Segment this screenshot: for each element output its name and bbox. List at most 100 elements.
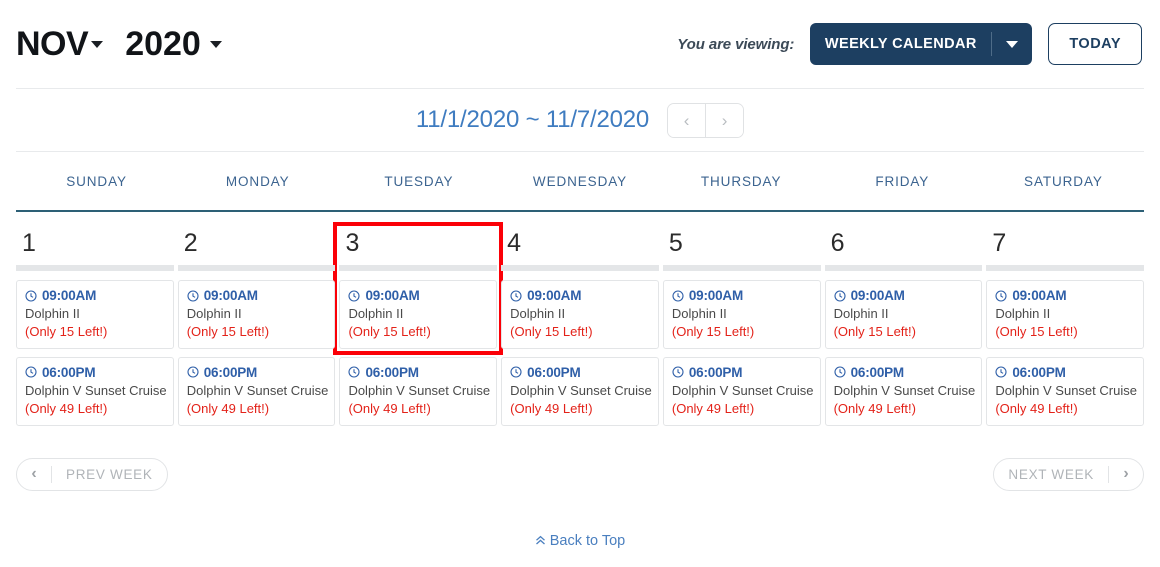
view-mode-value: WEEKLY CALENDAR [824, 36, 977, 52]
clock-icon [25, 366, 37, 378]
prev-range-button[interactable]: ‹ [668, 103, 706, 137]
event-time-row: 09:00AM [187, 288, 327, 303]
event-time: 06:00PM [527, 364, 581, 380]
event-card[interactable]: 06:00PM Dolphin V Sunset Cruise (Only 49 L… [986, 356, 1145, 426]
clock-icon [348, 289, 360, 302]
event-card[interactable]: 06:00PM Dolphin V Sunset Cruise (Only 49 L… [501, 356, 659, 426]
view-mode-dropdown-toggle[interactable] [992, 40, 1032, 48]
event-card[interactable]: 09:00AM Dolphin II (Only 15 Left!) [339, 280, 498, 349]
event-card[interactable]: 09:00AM Dolphin II (Only 15 Left!) [16, 280, 174, 349]
event-title: Dolphin II [995, 306, 1051, 321]
day-divider-bar [986, 265, 1145, 271]
weekday-header-cell: SATURDAY [1024, 173, 1103, 189]
event-title: Dolphin V Sunset Cruise [510, 382, 652, 398]
clock-icon [995, 366, 1007, 378]
event-time-row: 09:00AM [672, 288, 812, 303]
calendar-header: NOV 2020 You are viewing: WEEKLY CALENDA… [0, 0, 1160, 88]
clock-icon [672, 289, 684, 302]
next-range-button[interactable]: › [705, 103, 744, 137]
event-time-row: 06:00PM [25, 365, 165, 380]
view-mode-select[interactable]: WEEKLY CALENDAR [810, 23, 1033, 65]
event-title: Dolphin V Sunset Cruise [25, 382, 167, 398]
calendar-day-column[interactable]: 1 09:00AM Dolphin II (Only 15 Left!) 06:00PM… [16, 226, 174, 434]
event-title: Dolphin V Sunset Cruise [671, 382, 814, 398]
event-availability: (Only 15 Left!) [671, 324, 755, 340]
event-availability: (Only 49 Left!) [186, 401, 270, 417]
event-card[interactable]: 06:00PM Dolphin V Sunset Cruise (Only 49 L… [824, 356, 983, 426]
calendar-day-column[interactable]: 7 09:00AM Dolphin II (Only 15 Left!) 06:00PM… [986, 226, 1145, 434]
weekday-header-cell: SUNDAY [66, 173, 127, 189]
event-card[interactable]: 06:00PM Dolphin V Sunset Cruise (Only 49 L… [662, 356, 821, 426]
event-availability: (Only 49 Left!) [995, 401, 1078, 417]
event-availability: (Only 49 Left!) [25, 401, 108, 417]
day-divider-bar [339, 265, 498, 271]
event-title: Dolphin II [186, 306, 242, 321]
event-availability: (Only 49 Left!) [833, 401, 916, 417]
clock-icon [510, 366, 522, 378]
event-time-row: 09:00AM [25, 288, 165, 303]
day-number: 2 [183, 229, 198, 257]
event-time: 09:00AM [365, 288, 420, 303]
caret-down-icon [209, 41, 222, 48]
clock-icon [995, 289, 1007, 302]
next-week-button[interactable]: NEXT WEEK › [993, 457, 1144, 491]
event-time: 06:00PM [688, 364, 743, 380]
clock-icon [834, 366, 846, 378]
prev-week-button[interactable]: ‹ PREV WEEK [16, 457, 168, 491]
next-week-label: NEXT WEEK [1008, 466, 1094, 482]
calendar-day-column[interactable]: 3 09:00AM Dolphin II (Only 15 Left!) 06:00PM… [339, 226, 498, 434]
month-label: NOV [16, 25, 89, 63]
day-divider-bar [824, 265, 983, 271]
range-nav-group: ‹ › [667, 102, 745, 138]
event-availability: (Only 49 Left!) [671, 401, 755, 417]
event-time-row: 06:00PM [187, 365, 327, 380]
event-time-row: 09:00AM [348, 288, 488, 303]
event-card[interactable]: 06:00PM Dolphin V Sunset Cruise (Only 49 L… [339, 356, 498, 426]
event-card[interactable]: 09:00AM Dolphin II (Only 15 Left!) [501, 280, 659, 349]
event-title: Dolphin II [671, 306, 727, 321]
weekday-header-cell: FRIDAY [875, 173, 930, 189]
event-card[interactable]: 06:00PM Dolphin V Sunset Cruise (Only 49 L… [16, 356, 174, 426]
day-number: 6 [830, 229, 845, 257]
event-time: 09:00AM [527, 288, 582, 303]
event-title: Dolphin II [348, 306, 404, 321]
back-to-top-label: Back to Top [549, 532, 626, 549]
year-label: 2020 [125, 25, 201, 63]
clock-icon [834, 289, 846, 302]
event-card[interactable]: 09:00AM Dolphin II (Only 15 Left!) [824, 280, 983, 349]
event-card[interactable]: 09:00AM Dolphin II (Only 15 Left!) [177, 280, 336, 349]
day-divider-bar [662, 265, 821, 271]
event-availability: (Only 15 Left!) [510, 324, 593, 340]
day-number: 4 [507, 229, 522, 257]
event-time: 09:00AM [203, 288, 258, 303]
weekday-header-cell: WEDNESDAY [532, 173, 628, 189]
back-to-top-link[interactable]: Back to Top [535, 532, 626, 549]
month-selector[interactable]: NOV [16, 25, 104, 63]
calendar-day-column[interactable]: 6 09:00AM Dolphin II (Only 15 Left!) 06:00PM… [824, 226, 983, 434]
day-number: 5 [668, 229, 683, 257]
event-time-row: 09:00AM [995, 288, 1135, 303]
event-availability: (Only 49 Left!) [348, 401, 431, 417]
event-time-row: 06:00PM [510, 365, 650, 380]
event-availability: (Only 15 Left!) [995, 324, 1078, 340]
weekday-header-cell: MONDAY [225, 173, 290, 189]
event-card[interactable]: 09:00AM Dolphin II (Only 15 Left!) [662, 280, 821, 349]
event-time-row: 06:00PM [834, 365, 974, 380]
event-card[interactable]: 06:00PM Dolphin V Sunset Cruise (Only 49 L… [177, 356, 336, 426]
today-button[interactable]: TODAY [1048, 23, 1142, 65]
calendar-day-column[interactable]: 5 09:00AM Dolphin II (Only 15 Left!) 06:00PM… [662, 226, 821, 434]
year-selector[interactable]: 2020 [107, 27, 222, 61]
event-time: 09:00AM [1012, 288, 1067, 303]
chevron-right-icon: › [721, 110, 728, 130]
date-range-bar: 11/1/2020 ~ 11/7/2020 ‹ › [16, 88, 1144, 152]
day-divider-bar [177, 265, 336, 271]
weekday-header-cell: TUESDAY [384, 173, 454, 189]
calendar-day-column[interactable]: 2 09:00AM Dolphin II (Only 15 Left!) 06:00PM… [177, 226, 336, 434]
today-button-label: TODAY [1069, 36, 1121, 52]
event-time: 06:00PM [42, 364, 96, 380]
event-card[interactable]: 09:00AM Dolphin II (Only 15 Left!) [986, 280, 1145, 349]
weekday-header-cell: THURSDAY [700, 173, 782, 189]
chevron-left-icon: ‹ [683, 110, 690, 130]
event-title: Dolphin V Sunset Cruise [348, 382, 491, 398]
calendar-day-column[interactable]: 4 09:00AM Dolphin II (Only 15 Left!) 06:00PM… [501, 226, 659, 434]
